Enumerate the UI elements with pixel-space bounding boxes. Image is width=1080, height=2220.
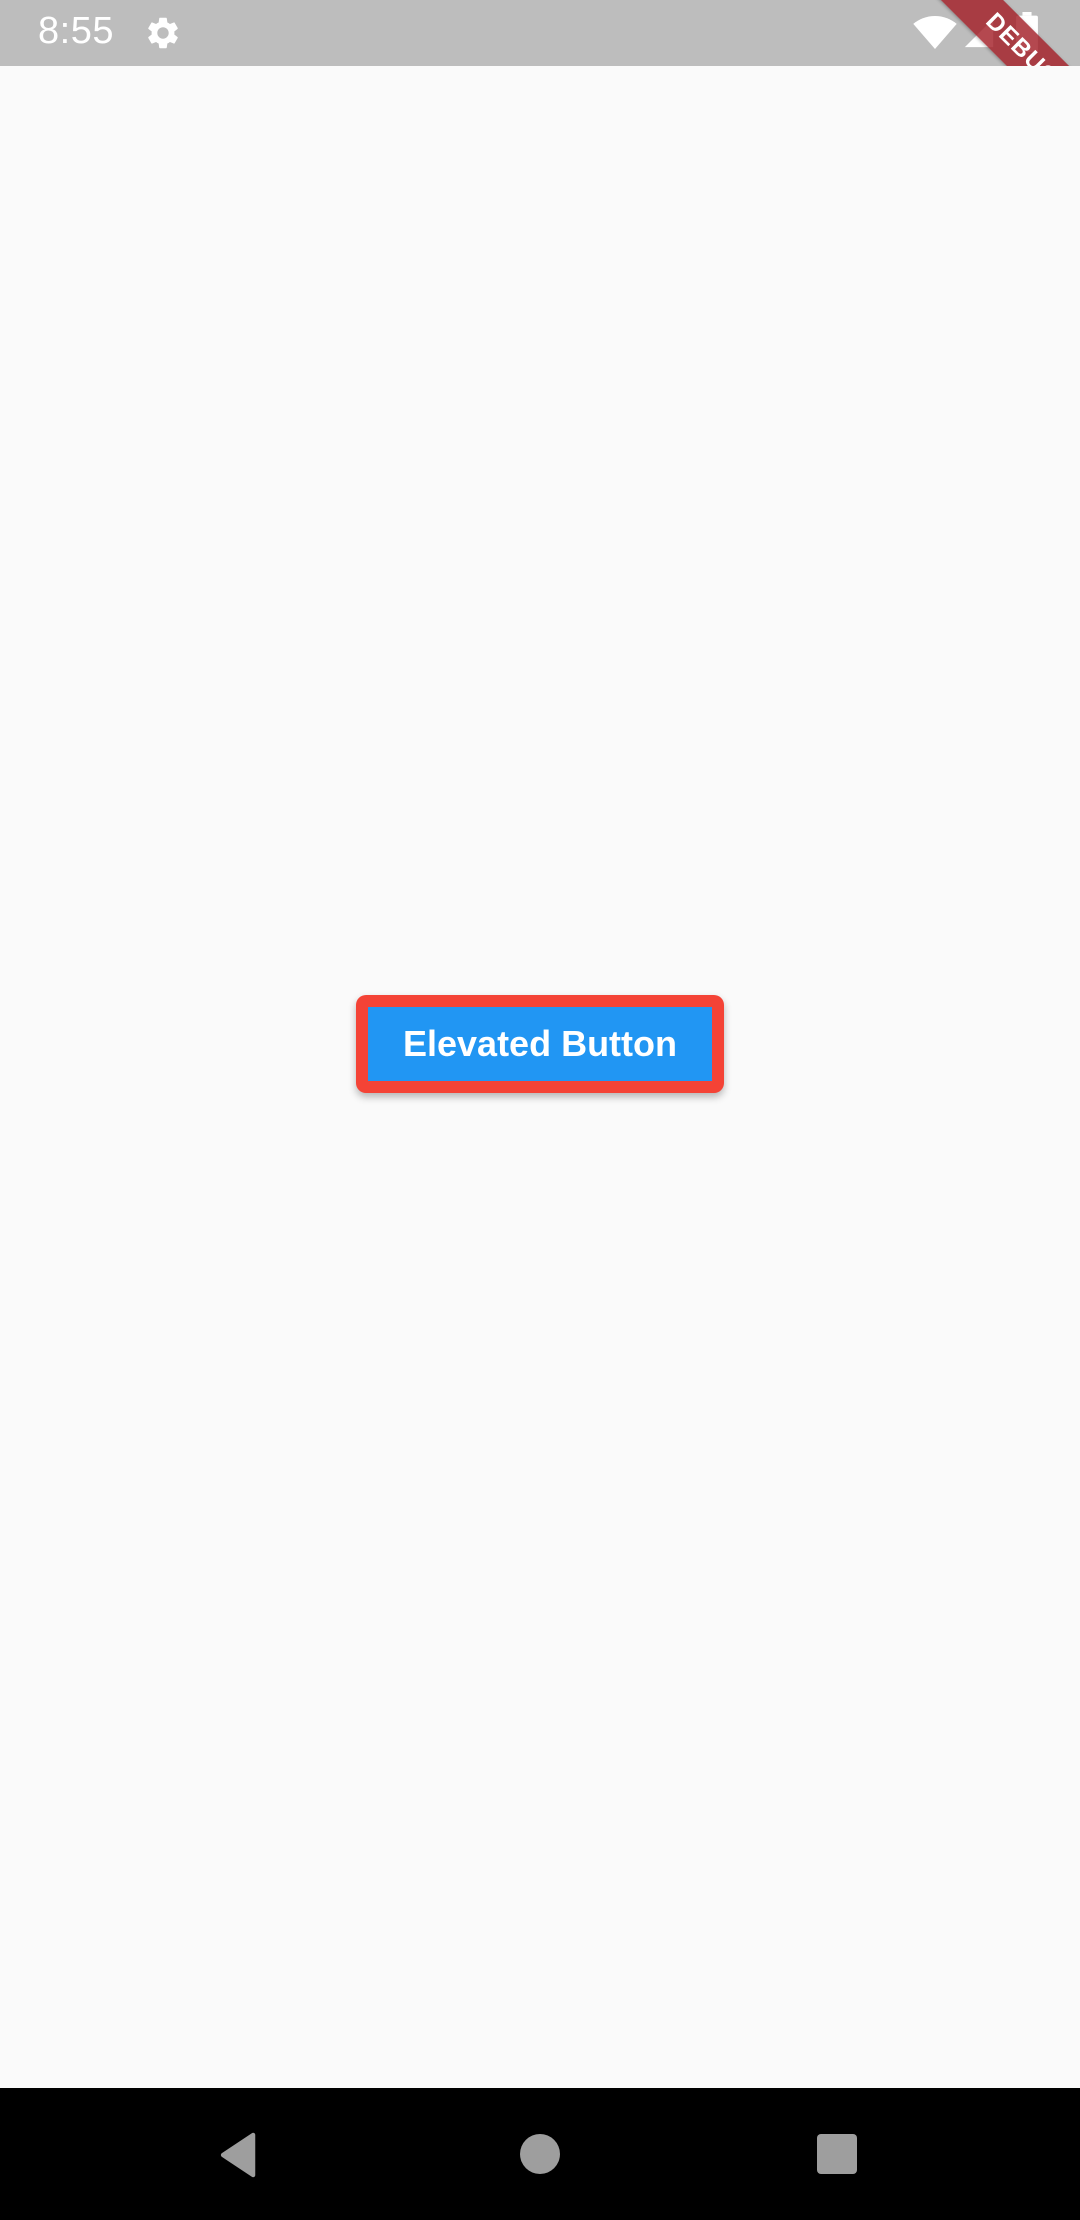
status-time: 8:55 [38, 10, 114, 52]
recents-icon[interactable] [817, 2134, 857, 2174]
main-content: Elevated Button [0, 66, 1080, 2088]
status-bar: 8:55 [0, 0, 1080, 66]
navigation-bar [0, 2088, 1080, 2220]
gear-icon [148, 17, 178, 49]
home-icon[interactable] [520, 2134, 560, 2174]
wifi-icon [913, 16, 957, 50]
elevated-button[interactable]: Elevated Button [356, 995, 724, 1093]
back-icon[interactable] [216, 2132, 260, 2178]
